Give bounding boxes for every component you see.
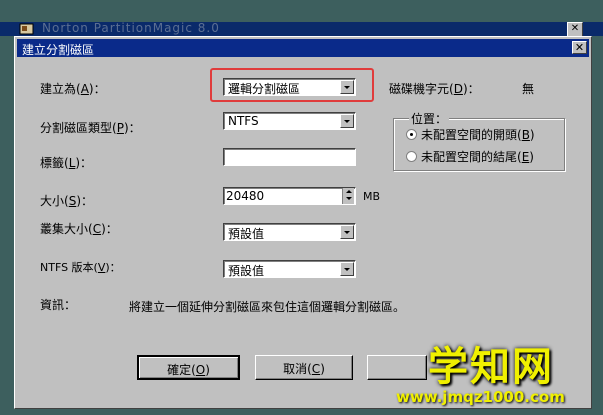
close-button[interactable]: ✕ <box>572 41 587 54</box>
cluster-size-select[interactable]: 預設值 <box>223 223 356 241</box>
chevron-down-icon[interactable] <box>340 114 354 128</box>
background-window-title: Norton PartitionMagic 8.0 <box>42 21 220 35</box>
app-icon <box>19 23 34 35</box>
radio-end-label[interactable]: 未配置空間的結尾(E) <box>421 148 534 165</box>
highlight-box <box>210 68 374 102</box>
close-icon: ✕ <box>574 41 585 54</box>
background-close-button[interactable]: ✕ <box>567 22 583 37</box>
cluster-size-label: 叢集大小(C)： <box>40 222 118 236</box>
watermark: 学知网 www.jmqz1000.com <box>380 330 603 415</box>
drive-letter-label: 磁碟機字元(D)： <box>389 82 480 96</box>
radio-start[interactable] <box>406 129 417 140</box>
info-label: 資訊： <box>40 298 77 312</box>
drive-letter-value: 無 <box>522 82 535 96</box>
radio-start-label[interactable]: 未配置空間的開頭(B) <box>421 126 535 143</box>
size-input[interactable]: 20480 <box>223 187 356 205</box>
size-value: 20480 <box>226 189 265 203</box>
label-field-label: 標籤(L)： <box>40 156 93 170</box>
dialog-title: 建立分割磁區 <box>22 43 95 57</box>
position-group-title: 位置： <box>409 110 450 127</box>
chevron-down-icon[interactable] <box>340 225 354 239</box>
ok-button[interactable]: 確定(O) <box>137 355 240 380</box>
watermark-text: 学知网 <box>428 343 554 390</box>
label-input[interactable] <box>223 148 356 166</box>
size-unit: MB <box>363 190 381 203</box>
size-label: 大小(S)： <box>40 194 93 208</box>
ntfs-version-value: 預設值 <box>228 264 265 278</box>
size-spinner[interactable] <box>342 188 354 204</box>
info-text: 將建立一個延伸分割磁區來包住這個邏輯分割磁區。 <box>129 300 406 314</box>
partition-type-value: NTFS <box>228 114 259 128</box>
ntfs-version-label: NTFS 版本(V)： <box>40 261 121 274</box>
chevron-down-icon[interactable] <box>340 262 354 276</box>
ntfs-version-select[interactable]: 預設值 <box>223 260 356 278</box>
dialog-titlebar: 建立分割磁區 ✕ <box>17 39 589 57</box>
partition-type-label: 分割磁區類型(P)： <box>40 121 141 135</box>
cancel-button[interactable]: 取消(C) <box>255 355 353 380</box>
spin-up-icon[interactable] <box>346 190 352 193</box>
partition-type-select[interactable]: NTFS <box>223 112 356 130</box>
create-as-label: 建立為(A)： <box>40 82 106 96</box>
spin-down-icon[interactable] <box>346 197 352 200</box>
radio-end[interactable] <box>406 151 417 162</box>
cluster-size-value: 預設值 <box>228 227 265 241</box>
watermark-url: www.jmqz1000.com <box>396 388 565 406</box>
